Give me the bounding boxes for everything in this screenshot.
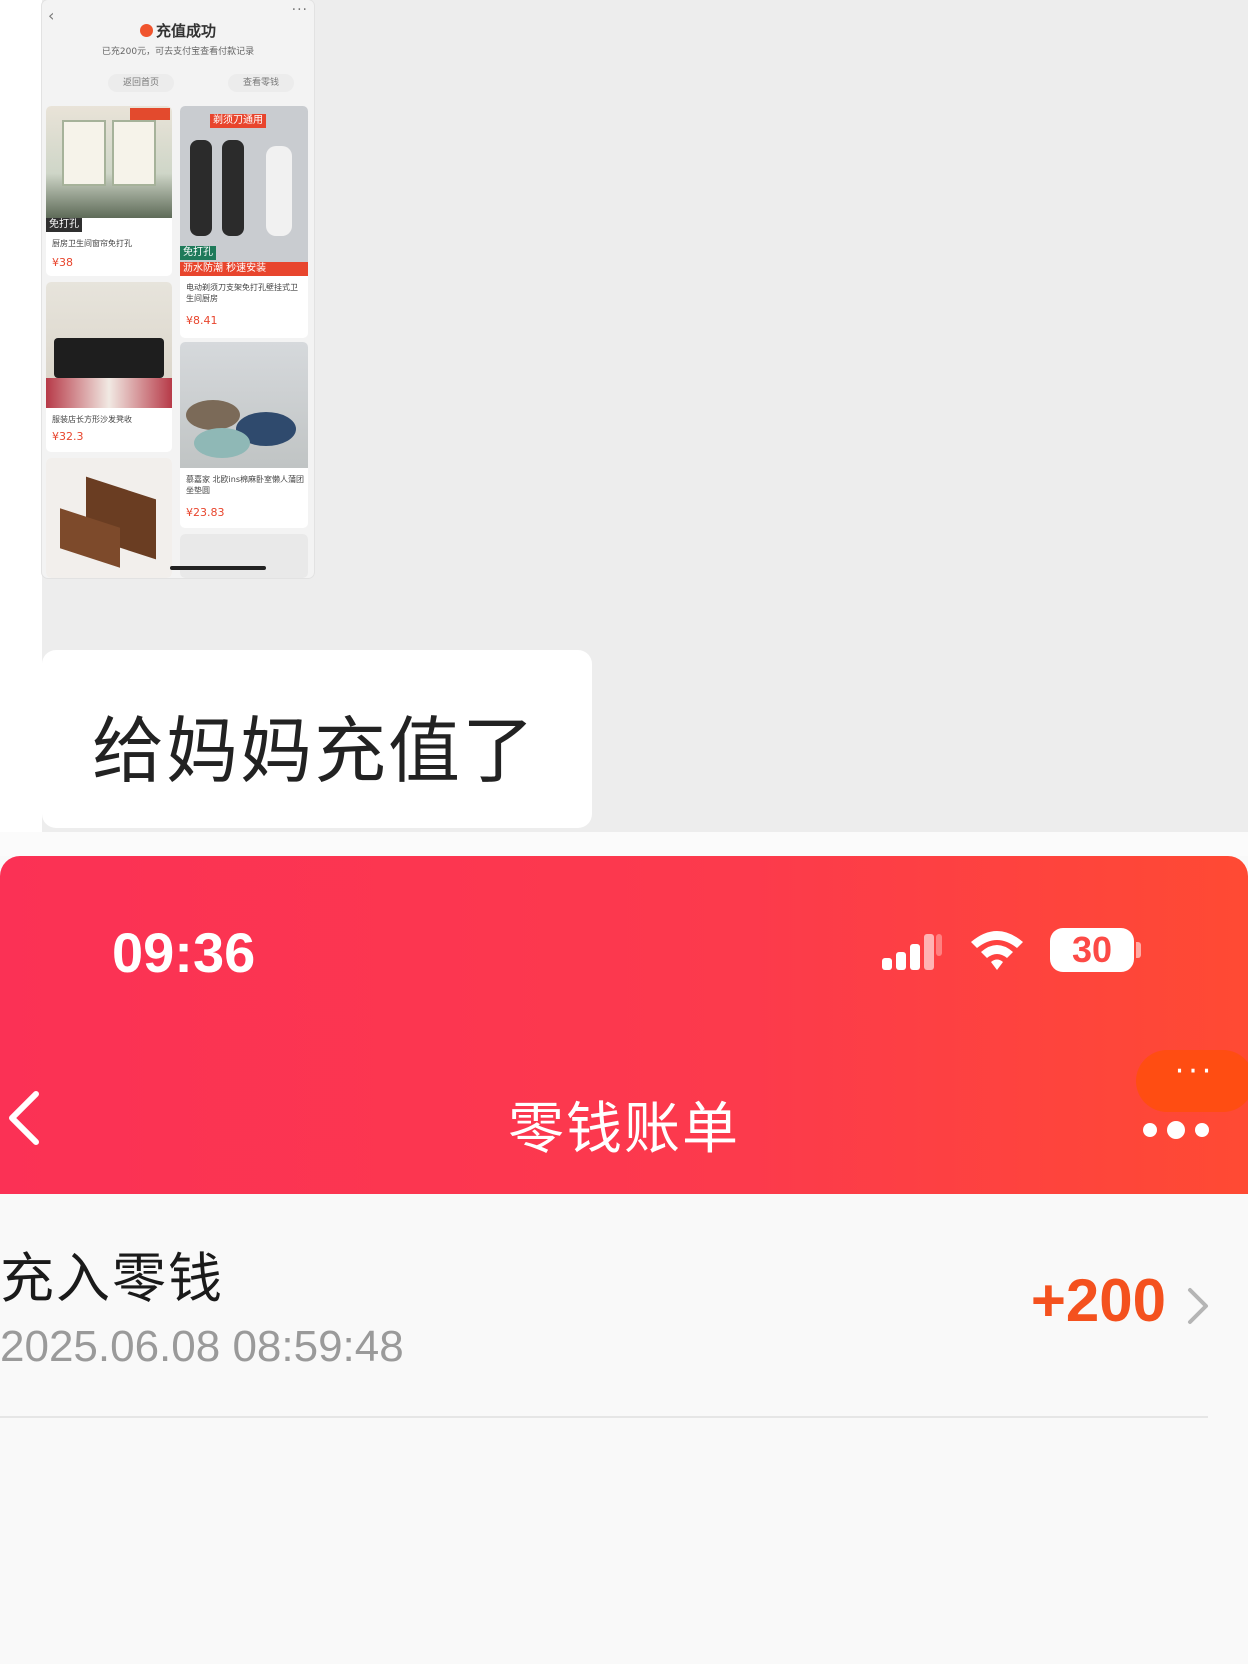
cellular-signal-icon xyxy=(882,934,942,970)
transaction-time: 2025.06.08 08:59:48 xyxy=(0,1322,404,1371)
product-image xyxy=(180,534,308,578)
chat-message-bubble[interactable]: 给妈妈充值了 xyxy=(42,650,592,828)
product-caption: 电动剃须刀支架免打孔壁挂式卫生间厨房 xyxy=(186,283,298,303)
product-tag: 剃须刀通用 xyxy=(210,114,266,128)
product-price: ¥38 xyxy=(52,256,73,269)
transaction-row[interactable]: 充入零钱 2025.06.08 08:59:48 +200 xyxy=(0,1194,1248,1418)
product-price: ¥23.83 xyxy=(186,506,225,519)
transaction-amount: +200 xyxy=(1030,1267,1166,1334)
product-image xyxy=(180,342,308,468)
product-price: ¥8.41 xyxy=(186,314,218,327)
product-image xyxy=(46,282,172,408)
thumbnail-title: 充值成功 xyxy=(42,20,314,41)
home-indicator xyxy=(170,566,266,570)
product-caption: 慕嘉家 北欧ins棉麻卧室懒人蒲团坐垫圆 xyxy=(186,475,305,495)
status-time: 09:36 xyxy=(112,921,256,984)
product-card: 服装店长方形沙发凳收 ¥32.3 xyxy=(46,282,172,452)
battery-icon: 30 xyxy=(1050,928,1134,972)
product-caption: 服装店长方形沙发凳收 xyxy=(52,415,132,424)
divider xyxy=(0,1416,1208,1418)
battery-tip xyxy=(1136,942,1141,958)
chevron-right-icon xyxy=(1188,1288,1208,1324)
return-home-button: 返回首页 xyxy=(108,74,174,92)
product-image xyxy=(46,458,172,578)
product-card xyxy=(180,534,308,578)
product-card xyxy=(46,458,172,578)
product-card: 剃须刀通用 免打孔 沥水防潮 秒速安装 电动剃须刀支架免打孔壁挂式卫生间厨房 ¥… xyxy=(180,106,308,338)
transaction-title: 充入零钱 xyxy=(0,1247,224,1310)
product-tag: 免打孔 xyxy=(46,218,82,232)
chat-message-text: 给妈妈充值了 xyxy=(92,709,537,793)
product-banner: 沥水防潮 秒速安装 xyxy=(180,262,308,276)
product-card: 慕嘉家 北欧ins棉麻卧室懒人蒲团坐垫圆 ¥23.83 xyxy=(180,342,308,528)
battery-level: 30 xyxy=(1071,929,1113,970)
shared-screenshot-thumbnail[interactable]: ‹ ··· 充值成功 已充200元，可去支付宝查看付款记录 返回首页 查看零钱 … xyxy=(42,0,314,578)
product-price: ¥32.3 xyxy=(52,430,84,443)
page-title: 零钱账单 xyxy=(508,1097,740,1162)
thumbnail-subtitle: 已充200元，可去支付宝查看付款记录 xyxy=(101,47,255,57)
view-balance-button: 查看零钱 xyxy=(228,74,294,92)
success-icon xyxy=(139,24,153,37)
chat-area: ‹ ··· 充值成功 已充200元，可去支付宝查看付款记录 返回首页 查看零钱 … xyxy=(0,0,1248,832)
more-icon[interactable] xyxy=(1140,1118,1220,1142)
header: 09:36 30 零钱账单 ··· xyxy=(0,856,1248,1194)
product-badge: 免打孔 xyxy=(180,246,216,260)
product-image xyxy=(46,106,172,218)
wifi-icon xyxy=(971,931,1023,970)
message-bubble-icon[interactable]: ··· xyxy=(1136,1050,1248,1112)
product-card: 免打孔 厨房卫生间窗帘免打孔 ¥38 xyxy=(46,106,172,276)
bill-screen: 09:36 30 零钱账单 ··· 充入零钱 2025.06.08 08:59:… xyxy=(0,856,1248,1664)
product-caption: 厨房卫生间窗帘免打孔 xyxy=(52,239,132,248)
more-icon: ··· xyxy=(291,2,308,18)
